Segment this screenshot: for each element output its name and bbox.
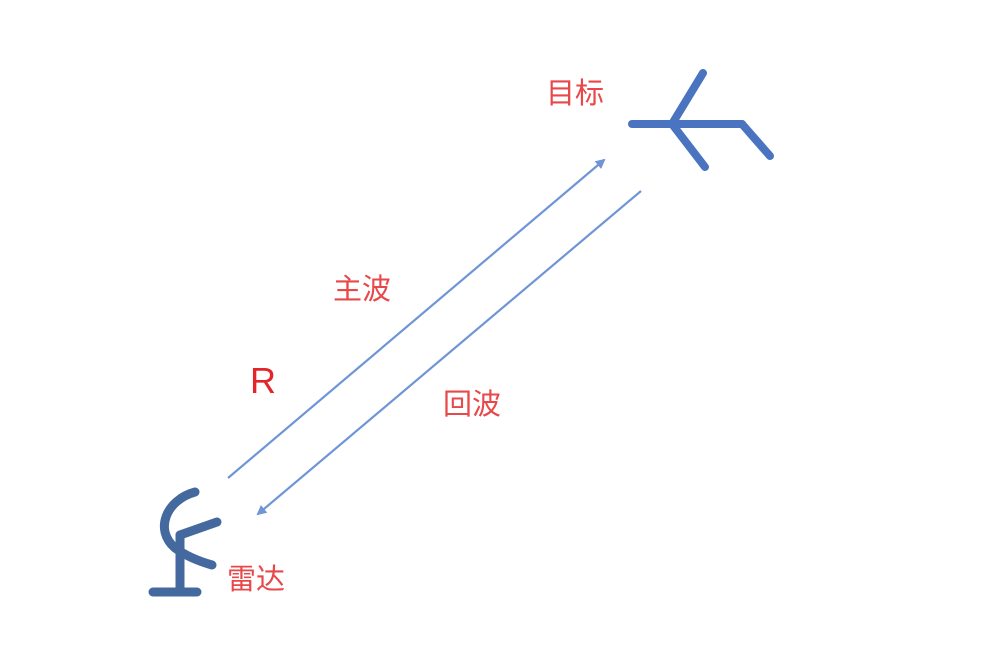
range-label: R	[250, 360, 276, 401]
main-wave-label: 主波	[333, 272, 391, 306]
echo-wave-arrow	[256, 190, 642, 516]
target-label: 目标	[546, 76, 604, 110]
main-wave-arrow	[227, 158, 606, 479]
radar-label: 雷达	[227, 562, 285, 596]
radar-antenna-icon	[148, 487, 222, 597]
radar-ranging-diagram: 目标 主波 R 回波 雷达	[148, 69, 774, 597]
aircraft-icon	[628, 69, 774, 171]
echo-wave-label: 回波	[443, 387, 501, 421]
